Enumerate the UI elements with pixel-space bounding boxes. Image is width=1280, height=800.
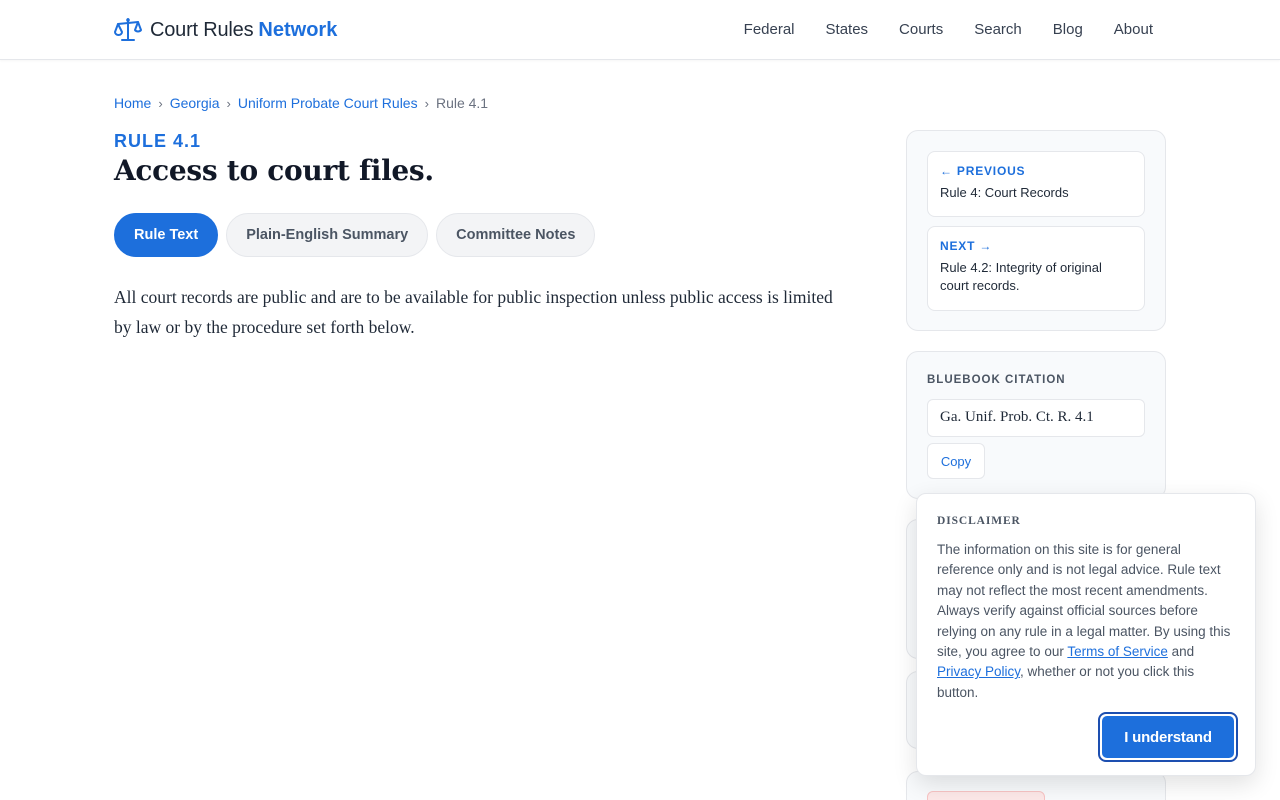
breadcrumb-home[interactable]: Home bbox=[114, 95, 151, 111]
nav-federal[interactable]: Federal bbox=[744, 20, 795, 40]
rule-tabs: Rule Text Plain-English Summary Committe… bbox=[114, 213, 603, 257]
nav-about[interactable]: About bbox=[1114, 20, 1153, 40]
previous-rule-title: Rule 4: Court Records bbox=[940, 185, 1069, 200]
citation-label: BLUEBOOK CITATION bbox=[927, 374, 1066, 386]
citation-card: BLUEBOOK CITATION Ga. Unif. Prob. Ct. R.… bbox=[906, 351, 1166, 499]
previous-rule-link[interactable]: ← PREVIOUS Rule 4: Court Records bbox=[927, 151, 1145, 217]
scales-icon bbox=[114, 18, 142, 41]
rule-number: RULE 4.1 bbox=[114, 131, 202, 151]
previous-label: ← PREVIOUS bbox=[940, 164, 1026, 178]
breadcrumb-current: Rule 4.1 bbox=[435, 95, 489, 111]
next-rule-link[interactable]: NEXT → Rule 4.2: Integrity of original c… bbox=[927, 226, 1145, 311]
disclaimer-text: The information on this site is for gene… bbox=[937, 540, 1235, 703]
breadcrumb: Home › Georgia › Uniform Probate Court R… bbox=[114, 95, 488, 111]
page-title: Access to court files. bbox=[114, 154, 434, 187]
i-understand-label: I understand bbox=[1102, 716, 1234, 758]
nav-states[interactable]: States bbox=[826, 20, 869, 40]
tab-rule-text[interactable]: Rule Text bbox=[114, 213, 219, 257]
privacy-policy-link[interactable]: Privacy Policy bbox=[937, 664, 1020, 679]
rule-text-body: All court records are public and are to … bbox=[114, 287, 833, 337]
rule-navigation-card: ← PREVIOUS Rule 4: Court Records NEXT → … bbox=[906, 130, 1166, 331]
disclaimer-title: DISCLAIMER bbox=[937, 515, 1021, 527]
site-header: Court Rules Network Federal States Court… bbox=[0, 0, 1280, 60]
nav-blog[interactable]: Blog bbox=[1053, 20, 1083, 40]
breadcrumb-georgia[interactable]: Georgia bbox=[170, 95, 220, 111]
terms-of-service-link[interactable]: Terms of Service bbox=[1067, 644, 1168, 659]
tab-committee-notes[interactable]: Committee Notes bbox=[436, 213, 596, 257]
copy-citation-button[interactable]: Copy bbox=[927, 443, 985, 479]
next-label: NEXT → bbox=[940, 239, 993, 253]
brand-logo[interactable]: Court Rules Network bbox=[114, 17, 337, 43]
nav-search[interactable]: Search bbox=[974, 20, 1022, 40]
breadcrumb-separator: › bbox=[158, 95, 163, 111]
nav-courts[interactable]: Courts bbox=[899, 20, 943, 40]
breadcrumb-separator: › bbox=[424, 95, 429, 111]
breadcrumb-probate-rules[interactable]: Uniform Probate Court Rules bbox=[238, 95, 418, 111]
brand-accent: Network bbox=[258, 18, 338, 41]
sidebar-badge bbox=[927, 791, 1045, 800]
breadcrumb-separator: › bbox=[226, 95, 231, 111]
disclaimer-text-part: The information on this site is for gene… bbox=[937, 542, 1231, 660]
tab-plain-english-summary[interactable]: Plain-English Summary bbox=[226, 213, 429, 257]
main-nav: Federal States Courts Search Blog About bbox=[713, 20, 1153, 40]
disclaimer-text-part: and bbox=[1167, 644, 1195, 660]
i-understand-button[interactable]: I understand bbox=[1098, 712, 1238, 762]
citation-value[interactable]: Ga. Unif. Prob. Ct. R. 4.1 bbox=[927, 399, 1145, 437]
brand-name: Court Rules bbox=[150, 18, 254, 41]
next-rule-title: Rule 4.2: Integrity of original court re… bbox=[940, 260, 1102, 293]
